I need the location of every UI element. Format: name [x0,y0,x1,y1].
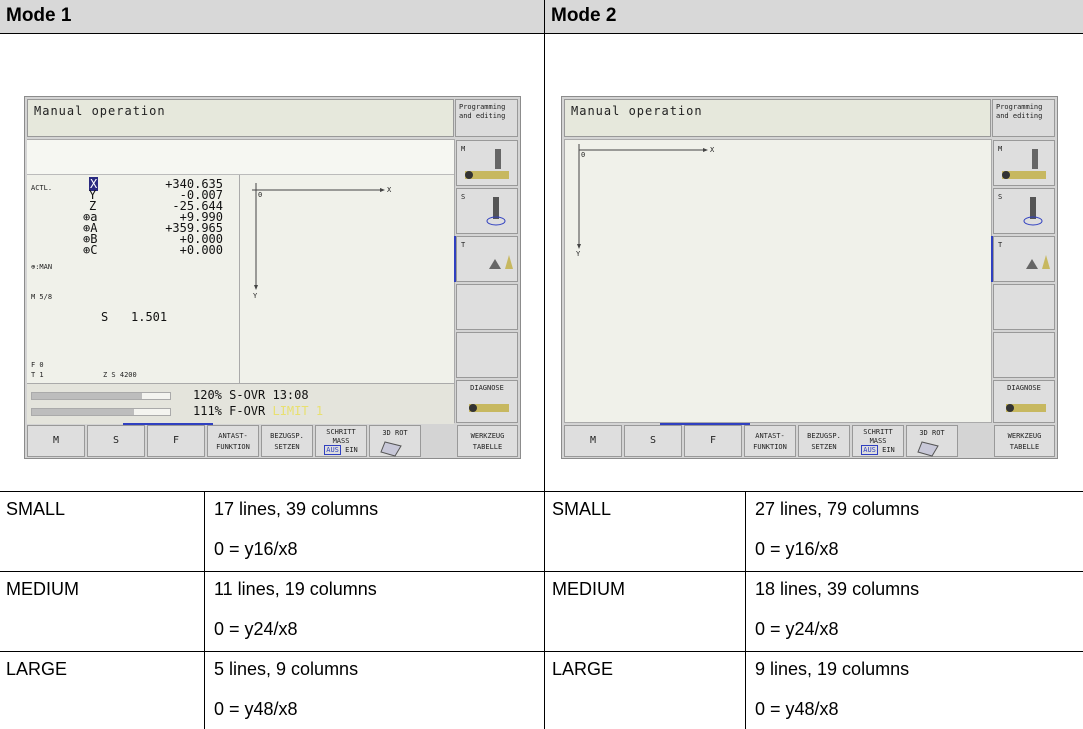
mode-indicator-programming[interactable]: Programming and editing [992,99,1055,137]
m1-info-medium: 11 lines, 19 columns [214,579,377,599]
softkey-right-5[interactable] [993,332,1055,378]
axis-x-name: X [387,186,392,194]
softkey-diagnose[interactable]: DIAGNOSE [993,380,1055,423]
override-panel: 120% S-OVR 13:08 111% F-OVR LIMIT 1 [27,383,454,424]
m1-origin-medium: 0 = y24/x8 [214,619,298,639]
softkey-3d-rot[interactable]: 3D ROT [369,425,421,457]
f-ovr-text: 111% F-OVR LIMIT 1 [193,404,324,418]
f-label: F 0 [31,361,44,369]
axis-c-value: +0.000 [179,243,223,257]
screen-title: Manual operation [571,104,703,118]
m2-origin-small: 0 = y16/x8 [755,539,839,559]
softkey-bottom-m[interactable]: M [564,425,622,457]
axis-origin: 0 [581,151,586,159]
zs-label: Z S 4200 [103,371,137,379]
s-label: S [101,310,109,324]
softkey-schritt-mass[interactable]: SCHRITT MASS AUS EIN [315,425,367,457]
m1-size-medium: MEDIUM [6,579,79,599]
status-bar [27,140,454,175]
m2-info-medium: 18 lines, 39 columns [755,579,920,599]
position-panel: ACTL. ⊕:MAN X +340.635 Y -0.007 Z -25.64… [27,175,240,407]
m2-size-medium: MEDIUM [552,579,625,599]
title-bar: Manual operation [27,99,454,137]
m2-info-small: 27 lines, 79 columns [755,499,920,519]
m2-size-small: SMALL [552,499,612,519]
axis-x-name: X [710,146,715,154]
m2-origin-medium: 0 = y24/x8 [755,619,839,639]
prog-line2: and editing [459,112,506,120]
graphics-pane[interactable]: 0 X Y [564,139,992,423]
mode-indicator-programming[interactable]: Programming and editing [455,99,518,137]
header-mode1: Mode 1 [6,5,72,26]
screen-title: Manual operation [34,104,166,118]
softkey-right-4[interactable] [993,284,1055,330]
softkey-werkzeug-tabelle[interactable]: WERKZEUG TABELLE [994,425,1055,457]
graphics-pane[interactable]: 0 X Y [240,175,454,383]
axis-c-label: ⊕C [83,243,98,257]
softkey-t[interactable]: T [456,236,518,282]
s-ovr-text: 120% S-OVR 13:08 [193,388,309,402]
actl-label: ACTL. [31,184,53,192]
m2-info-large: 9 lines, 19 columns [755,659,910,679]
s-value: 1.501 [131,310,168,324]
m2-origin-large: 0 = y48/x8 [755,699,839,719]
softkey-m[interactable]: M [456,140,518,186]
m1-origin-large: 0 = y48/x8 [214,699,298,719]
softkey-bottom-s[interactable]: S [87,425,145,457]
header-mode1-cell [0,0,544,33]
m1-size-large: LARGE [6,659,68,679]
softkey-bottom-f[interactable]: F [684,425,742,457]
title-bar: Manual operation [564,99,991,137]
axis-graphic [577,144,708,249]
softkey-right-5[interactable] [456,332,518,378]
man-label: ⊕:MAN [31,263,53,271]
axis-graphic [252,183,385,290]
m1-info-large: 5 lines, 9 columns [214,659,359,679]
t-label: T 1 [31,371,44,379]
softkey-antast-funktion[interactable]: ANTAST- FUNKTION [744,425,796,457]
header-mode2: Mode 2 [551,5,617,26]
softkey-bottom-m[interactable]: M [27,425,85,457]
f-ovr-bar [31,408,171,416]
softkey-s[interactable]: S [456,188,518,234]
softkey-werkzeug-tabelle[interactable]: WERKZEUG TABELLE [457,425,518,457]
softkey-m[interactable]: M [993,140,1055,186]
softkey-bezugsp-setzen[interactable]: BEZUGSP. SETZEN [261,425,313,457]
softkey-3d-rot[interactable]: 3D ROT [906,425,958,457]
softkey-bottom-s[interactable]: S [624,425,682,457]
s-ovr-bar [31,392,171,400]
softkey-bottom-f[interactable]: F [147,425,205,457]
m1-size-small: SMALL [6,499,66,519]
softkey-schritt-mass[interactable]: SCHRITT MASS AUS EIN [852,425,904,457]
softkey-diagnose[interactable]: DIAGNOSE [456,380,518,423]
softkey-bezugsp-setzen[interactable]: BEZUGSP. SETZEN [798,425,850,457]
prog-line2: and editing [996,112,1043,120]
softkey-t[interactable]: T [993,236,1055,282]
m1-origin-small: 0 = y16/x8 [214,539,298,559]
softkey-antast-funktion[interactable]: ANTAST- FUNKTION [207,425,259,457]
m1-info-small: 17 lines, 39 columns [214,499,379,519]
softkey-s[interactable]: S [993,188,1055,234]
m-label: M 5/8 [31,293,53,301]
m2-size-large: LARGE [552,659,614,679]
axis-origin: 0 [258,191,263,199]
axis-y-name: Y [253,292,258,300]
softkey-right-4[interactable] [456,284,518,330]
mode2-screen: Manual operation Programming and editing … [561,96,1058,459]
header-mode2-cell [545,0,1083,33]
prog-line1: Programming [996,103,1043,111]
axis-y-name: Y [576,250,581,258]
mode1-screen: Manual operation Programming and editing … [24,96,521,459]
limit-text: LIMIT 1 [272,404,324,418]
prog-line1: Programming [459,103,506,111]
